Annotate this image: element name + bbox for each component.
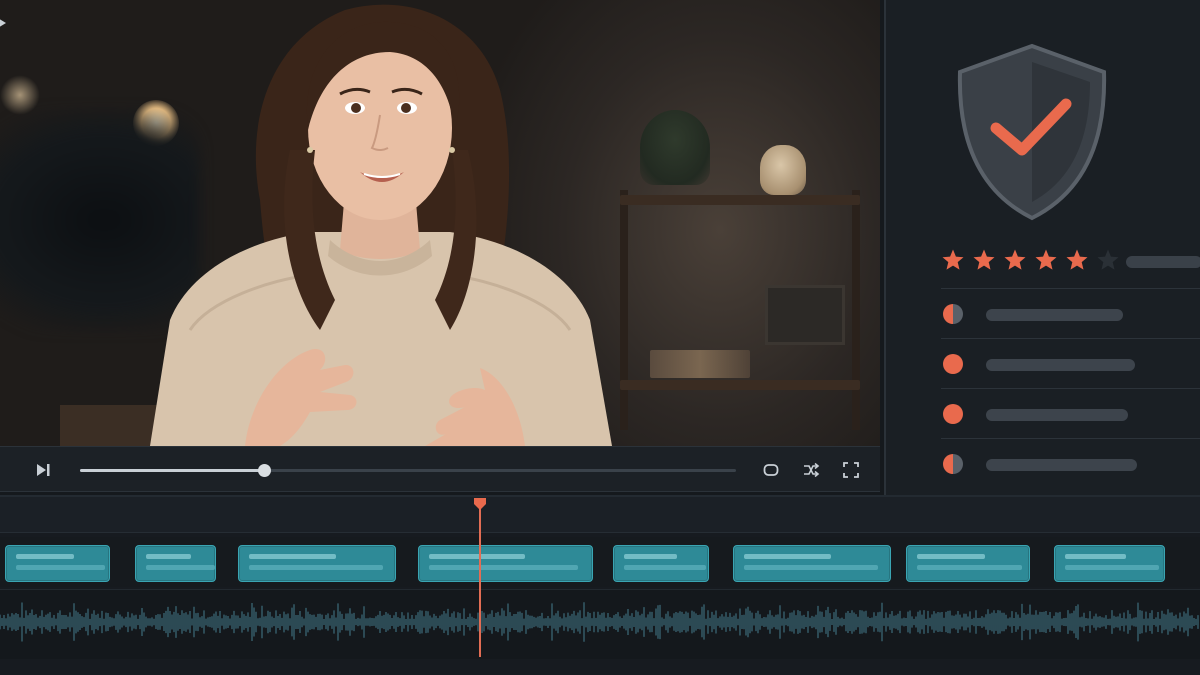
background-vase [760,145,806,195]
status-dot [943,404,963,424]
timeline-clip[interactable] [135,545,216,582]
timeline[interactable] [0,495,1200,675]
criteria-item[interactable] [941,288,1200,338]
clip-label-line [429,565,578,570]
star-filled-icon[interactable] [941,248,965,272]
seek-bar-handle[interactable] [258,464,271,477]
shield-check-icon [957,43,1107,221]
clip-label-line [1065,565,1159,570]
clip-label-line [624,565,706,570]
background-picture-frame [765,285,845,345]
clip-label-line [249,554,336,559]
clip-label-line [917,554,985,559]
star-filled-icon[interactable] [972,248,996,272]
background-light [0,75,40,115]
seek-bar[interactable] [80,464,736,477]
audio-track[interactable] [0,589,1200,659]
timeline-clip[interactable] [5,545,110,582]
presenter [150,4,612,446]
clip-label-line [16,554,74,559]
shelf [620,195,860,205]
rating-label-placeholder [1126,256,1200,268]
seek-bar-progress [80,469,264,472]
clip-label-line [624,554,677,559]
clip-label-line [1065,554,1126,559]
audio-waveform [0,602,1199,642]
clip-label-line [744,565,878,570]
criteria-item[interactable] [941,438,1200,488]
status-dot [943,354,963,374]
clip-label-line [146,554,191,559]
shelf [620,380,860,390]
timeline-ruler[interactable] [0,497,1200,533]
criteria-text-placeholder [986,459,1137,471]
step-forward-icon[interactable] [34,461,52,479]
play-icon[interactable] [0,14,10,32]
fullscreen-icon[interactable] [842,461,860,479]
loop-icon[interactable] [762,461,780,479]
timeline-clip[interactable] [906,545,1030,582]
video-preview[interactable] [0,0,880,446]
shelf-post [852,190,860,430]
clip-label-line [249,565,383,570]
timeline-clip[interactable] [1054,545,1165,582]
shelf-post [620,190,628,430]
timeline-clip[interactable] [613,545,709,582]
playhead-handle[interactable] [473,497,487,511]
review-panel [884,0,1200,495]
criteria-text-placeholder [986,409,1128,421]
criteria-item[interactable] [941,388,1200,438]
star-filled-icon[interactable] [1065,248,1089,272]
clip-label-line [744,554,831,559]
status-dot [943,304,963,324]
clip-label-line [429,554,525,559]
clip-label-line [146,565,215,570]
clip-label-line [917,565,1022,570]
timeline-clip[interactable] [733,545,891,582]
clip-label-line [16,565,105,570]
timeline-clip[interactable] [238,545,396,582]
timeline-clip[interactable] [418,545,593,582]
background-plant [640,110,710,185]
playhead-line[interactable] [479,505,481,657]
criteria-text-placeholder [986,309,1123,321]
criteria-text-placeholder [986,359,1135,371]
star-filled-icon[interactable] [1034,248,1058,272]
star-filled-icon[interactable] [1003,248,1027,272]
rating-stars[interactable] [941,248,1120,272]
shuffle-icon[interactable] [802,461,820,479]
status-dot [943,454,963,474]
background-books [650,350,750,378]
video-editor [0,0,1200,675]
star-empty-icon[interactable] [1096,248,1120,272]
criteria-item[interactable] [941,338,1200,388]
